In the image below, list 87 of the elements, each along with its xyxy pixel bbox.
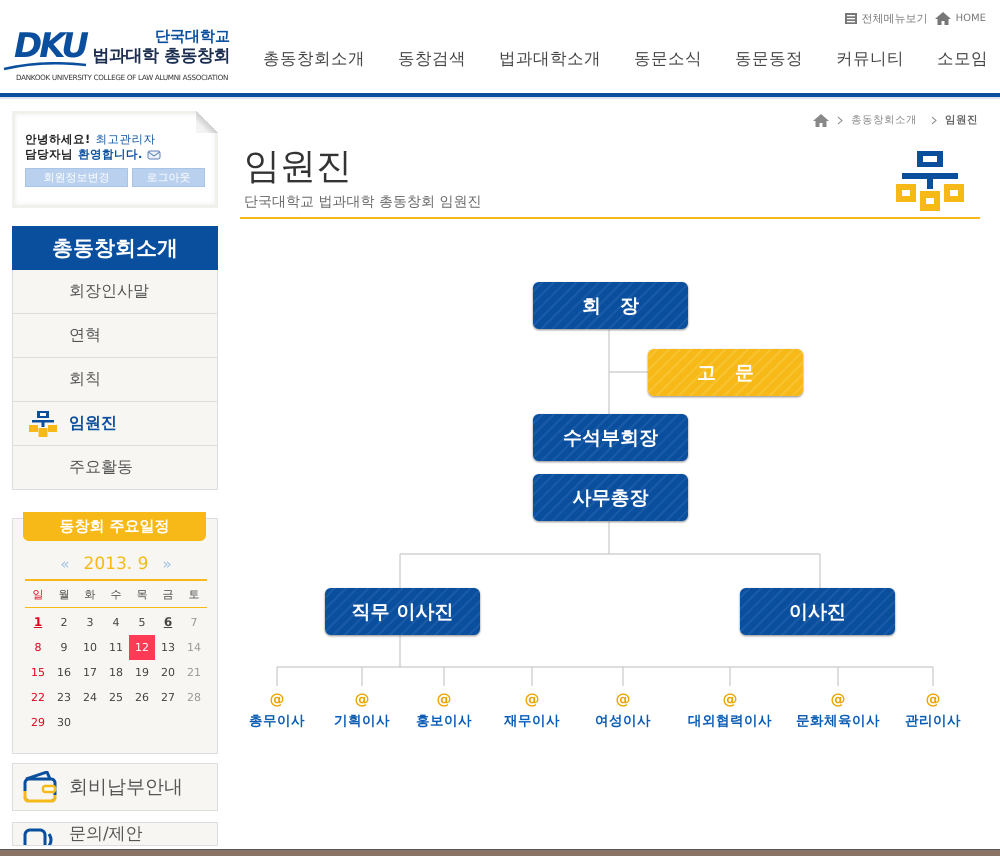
sidebar-item[interactable]: 주요활동 bbox=[13, 445, 217, 489]
board-node: 이사진 bbox=[740, 588, 895, 635]
logo-swoosh-icon bbox=[2, 62, 88, 71]
calendar-day[interactable]: 30 bbox=[51, 710, 77, 735]
calendar-day[interactable]: 15 bbox=[25, 660, 51, 685]
menu-icon bbox=[844, 12, 857, 24]
director-label: 대외협력이사 bbox=[688, 712, 772, 730]
calendar-day[interactable]: 12 bbox=[129, 635, 155, 660]
calendar-day[interactable]: 20 bbox=[155, 660, 181, 685]
weekday-label: 토 bbox=[188, 586, 200, 602]
nav-menu-item[interactable]: 동문소식 bbox=[601, 48, 702, 70]
nav-menu-item[interactable]: 동문동정 bbox=[702, 48, 803, 70]
user-name: 최고관리자 bbox=[95, 132, 156, 147]
logo-university: 단국대학교 bbox=[155, 28, 230, 45]
calendar-day[interactable]: 22 bbox=[25, 685, 51, 710]
calendar-day[interactable]: 24 bbox=[77, 685, 103, 710]
sidebar-item[interactable]: 회장인사말 bbox=[13, 270, 217, 313]
nav-menu-item[interactable]: 법과대학소개 bbox=[466, 48, 601, 70]
home-icon bbox=[934, 12, 951, 24]
org-chart-icon bbox=[29, 411, 57, 437]
calendar-day[interactable]: 29 bbox=[25, 710, 51, 735]
secretary-general-node: 사무총장 bbox=[533, 474, 688, 521]
calendar-day[interactable]: 2 bbox=[51, 610, 77, 635]
title-text: 담당자님 bbox=[25, 147, 73, 162]
mail-icon[interactable] bbox=[147, 149, 162, 160]
calendar-day[interactable]: 18 bbox=[103, 660, 129, 685]
sidebar-item[interactable]: 연혁 bbox=[13, 313, 217, 357]
calendar-day[interactable]: 27 bbox=[155, 685, 181, 710]
advisor-node: 고 문 bbox=[648, 349, 803, 396]
calendar-title: 동창회 주요일정 bbox=[23, 512, 206, 541]
calendar-day[interactable]: 10 bbox=[77, 635, 103, 660]
calendar-day[interactable]: 26 bbox=[129, 685, 155, 710]
calendar-day[interactable]: 8 bbox=[25, 635, 51, 660]
chevron-icon bbox=[931, 116, 937, 124]
weekday-label: 화 bbox=[84, 586, 96, 602]
director-label: 총무이사 bbox=[249, 712, 305, 730]
logo-name: 법과대학 총동창회 bbox=[92, 45, 230, 67]
director-label: 기획이사 bbox=[334, 712, 390, 730]
calendar-day[interactable]: 19 bbox=[129, 660, 155, 685]
home-link[interactable]: HOME bbox=[956, 12, 986, 24]
quick-link[interactable]: 문의/제안 bbox=[12, 822, 218, 846]
weekday-label: 일 bbox=[32, 586, 44, 602]
weekday-label: 금 bbox=[162, 586, 174, 602]
director-label: 문화체육이사 bbox=[796, 712, 880, 730]
nav-menu-item[interactable]: 소모임 bbox=[904, 48, 988, 70]
calendar-day[interactable]: 6 bbox=[155, 610, 181, 635]
calendar-day[interactable]: 9 bbox=[51, 635, 77, 660]
home-icon[interactable] bbox=[813, 114, 829, 126]
calendar-day[interactable]: 17 bbox=[77, 660, 103, 685]
breadcrumb-link[interactable]: 임원진 bbox=[945, 113, 978, 127]
chevron-icon bbox=[837, 116, 843, 124]
calendar-day[interactable]: 5 bbox=[129, 610, 155, 635]
breadcrumb-link[interactable]: 총동창회소개 bbox=[851, 113, 917, 127]
wallet-icon bbox=[23, 771, 57, 803]
org-chart-icon bbox=[896, 151, 964, 211]
calendar-day[interactable]: 25 bbox=[103, 685, 129, 710]
weekday-label: 월 bbox=[58, 586, 70, 602]
calendar-month: 2013. 9 bbox=[84, 554, 148, 574]
calendar-day[interactable]: 4 bbox=[103, 610, 129, 635]
logo-mark: DKU bbox=[13, 28, 86, 64]
nav-menu-item[interactable]: 커뮤니티 bbox=[803, 48, 904, 70]
sidebar-title: 총동창회소개 bbox=[12, 226, 218, 270]
director-label: 관리이사 bbox=[905, 712, 961, 730]
weekday-label: 수 bbox=[110, 586, 122, 602]
welcome-text: 환영합니다. bbox=[78, 147, 142, 162]
calendar-day[interactable]: 3 bbox=[77, 610, 103, 635]
greeting-text: 안녕하세요! bbox=[25, 132, 90, 147]
calendar-day[interactable]: 13 bbox=[155, 635, 181, 660]
director-label: 재무이사 bbox=[504, 712, 560, 730]
president-node: 회 장 bbox=[533, 282, 688, 329]
page-subtitle: 단국대학교 법과대학 총동창회 임원진 bbox=[244, 193, 482, 211]
quick-link[interactable]: 회비납부안내 bbox=[12, 763, 218, 811]
director-label: 홍보이사 bbox=[416, 712, 472, 730]
vice-president-node: 수석부회장 bbox=[533, 414, 688, 461]
all-menu-link[interactable]: 전체메뉴보기 bbox=[862, 10, 928, 26]
nav-menu-item[interactable]: 동창검색 bbox=[365, 48, 466, 70]
executive-board-node: 직무 이사진 bbox=[325, 588, 480, 635]
page-title: 임원진 bbox=[244, 145, 353, 189]
weekday-label: 목 bbox=[136, 586, 148, 602]
calendar-day[interactable]: 16 bbox=[51, 660, 77, 685]
sidebar-item[interactable]: 임원진 bbox=[13, 401, 217, 445]
director-label: 여성이사 bbox=[595, 712, 651, 730]
calendar-day[interactable]: 11 bbox=[103, 635, 129, 660]
calendar-day[interactable]: 1 bbox=[25, 610, 51, 635]
sidebar-item[interactable]: 회칙 bbox=[13, 357, 217, 401]
calendar-day[interactable]: 23 bbox=[51, 685, 77, 710]
nav-menu-item[interactable]: 총동창회소개 bbox=[230, 48, 365, 70]
